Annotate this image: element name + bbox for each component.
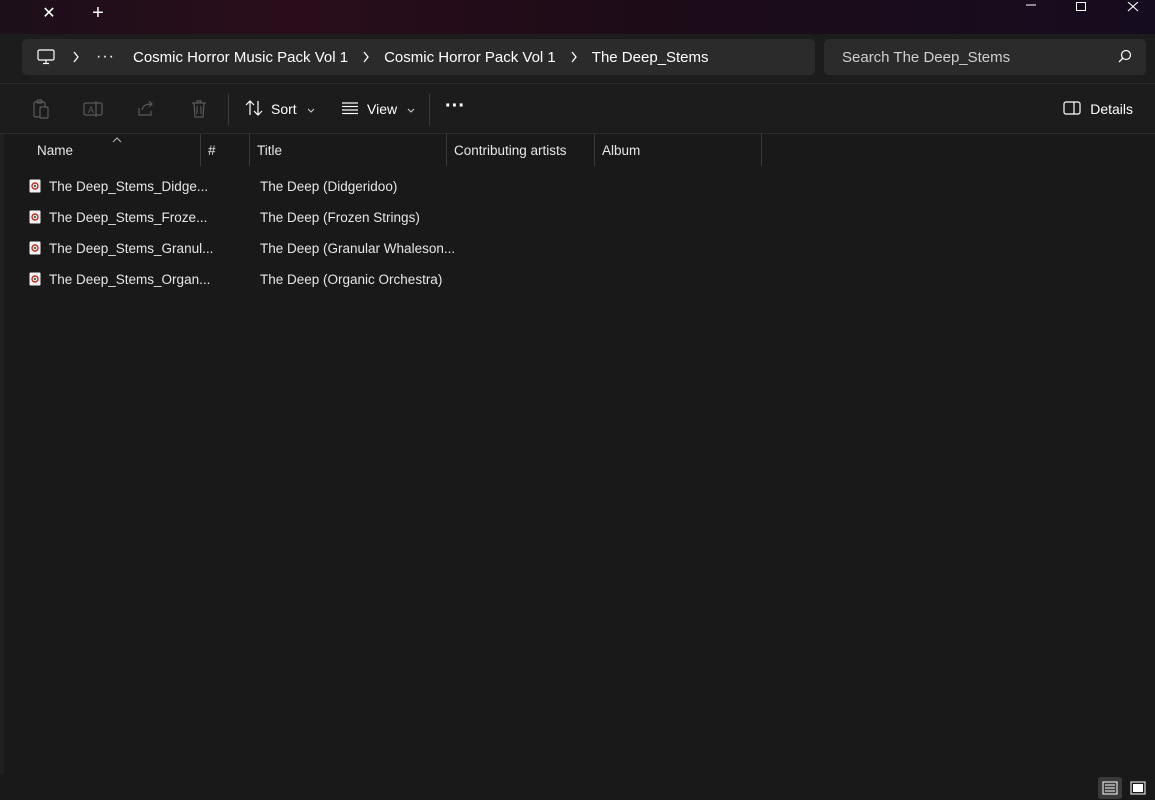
- see-more-button[interactable]: ···: [445, 94, 465, 118]
- column-header-number[interactable]: #: [201, 134, 250, 166]
- search-box[interactable]: [824, 39, 1146, 75]
- column-header-album[interactable]: Album: [595, 134, 762, 166]
- file-row[interactable]: The Deep_Stems_Organ... The Deep (Organi…: [24, 264, 454, 295]
- svg-text:A: A: [88, 105, 94, 115]
- file-row[interactable]: The Deep_Stems_Froze... The Deep (Frozen…: [24, 202, 454, 233]
- more-icon: ···: [445, 94, 465, 117]
- minimize-icon: [1026, 4, 1036, 6]
- file-title: The Deep (Organic Orchestra): [260, 272, 443, 287]
- column-header-contributing-artists[interactable]: Contributing artists: [447, 134, 595, 166]
- details-view-toggle[interactable]: [1098, 777, 1122, 799]
- chevron-right-icon[interactable]: [556, 51, 592, 63]
- chevron-right-icon[interactable]: [56, 51, 96, 63]
- sort-icon: [245, 99, 263, 119]
- audio-file-icon: [29, 272, 41, 289]
- status-bar: [0, 774, 1155, 800]
- column-header-title[interactable]: Title: [250, 134, 447, 166]
- view-button[interactable]: View: [341, 97, 415, 121]
- close-icon: [1127, 2, 1139, 12]
- view-list-icon: [341, 101, 359, 118]
- breadcrumb-current[interactable]: The Deep_Stems: [592, 49, 709, 66]
- paste-icon[interactable]: [31, 99, 51, 119]
- audio-file-icon: [29, 179, 41, 196]
- maximize-button[interactable]: [1061, 0, 1101, 16]
- tab-close-button[interactable]: ✕: [36, 2, 62, 24]
- sort-button[interactable]: Sort: [245, 97, 315, 121]
- command-bar: A Sort View ··· Details: [0, 84, 1155, 134]
- column-header-name[interactable]: Name: [30, 134, 201, 166]
- breadcrumb-overflow-button[interactable]: ···: [96, 48, 118, 66]
- delete-icon[interactable]: [189, 99, 209, 119]
- sort-label: Sort: [271, 101, 297, 117]
- title-bar: ✕ +: [0, 0, 1155, 34]
- chevron-right-icon[interactable]: [348, 51, 384, 63]
- file-row[interactable]: The Deep_Stems_Didge... The Deep (Didger…: [24, 171, 454, 202]
- file-name: The Deep_Stems_Froze...: [49, 210, 208, 225]
- file-title: The Deep (Didgeridoo): [260, 179, 398, 194]
- plus-icon: +: [92, 1, 104, 24]
- file-list-view[interactable]: Name # Title Contributing artists Album …: [0, 134, 1155, 774]
- file-row[interactable]: The Deep_Stems_Granul... The Deep (Granu…: [24, 233, 456, 264]
- rename-icon[interactable]: A: [83, 99, 103, 119]
- details-pane-icon: [1063, 100, 1081, 118]
- close-icon: ✕: [42, 5, 56, 22]
- chevron-down-icon: [307, 101, 315, 117]
- address-bar[interactable]: ··· Cosmic Horror Music Pack Vol 1 Cosmi…: [22, 39, 815, 75]
- details-view-icon: [1102, 781, 1118, 795]
- share-icon[interactable]: [136, 99, 156, 119]
- file-title: The Deep (Frozen Strings): [260, 210, 420, 225]
- file-title: The Deep (Granular Whaleson...: [260, 241, 456, 256]
- toolbar-divider: [429, 94, 430, 126]
- view-label: View: [367, 101, 398, 117]
- breadcrumb-item[interactable]: Cosmic Horror Music Pack Vol 1: [133, 49, 348, 66]
- large-icons-view-toggle[interactable]: [1126, 777, 1150, 799]
- breadcrumb-item[interactable]: Cosmic Horror Pack Vol 1: [384, 49, 556, 66]
- details-pane-button[interactable]: Details: [1063, 97, 1133, 121]
- maximize-icon: [1076, 2, 1086, 11]
- toolbar-divider: [228, 94, 229, 126]
- search-icon[interactable]: [1118, 49, 1132, 68]
- file-name: The Deep_Stems_Didge...: [49, 179, 209, 194]
- this-pc-icon[interactable]: [36, 47, 56, 67]
- audio-file-icon: [29, 241, 41, 258]
- new-tab-button[interactable]: +: [85, 2, 111, 24]
- large-icons-view-icon: [1130, 781, 1146, 795]
- details-label: Details: [1090, 101, 1133, 117]
- file-name: The Deep_Stems_Organ...: [49, 272, 211, 287]
- window-close-button[interactable]: [1113, 0, 1153, 16]
- file-name: The Deep_Stems_Granul...: [49, 241, 214, 256]
- audio-file-icon: [29, 210, 41, 227]
- address-row: ··· Cosmic Horror Music Pack Vol 1 Cosmi…: [0, 34, 1155, 84]
- search-input[interactable]: [840, 47, 1100, 67]
- minimize-button[interactable]: [1011, 0, 1051, 16]
- chevron-down-icon: [407, 101, 415, 117]
